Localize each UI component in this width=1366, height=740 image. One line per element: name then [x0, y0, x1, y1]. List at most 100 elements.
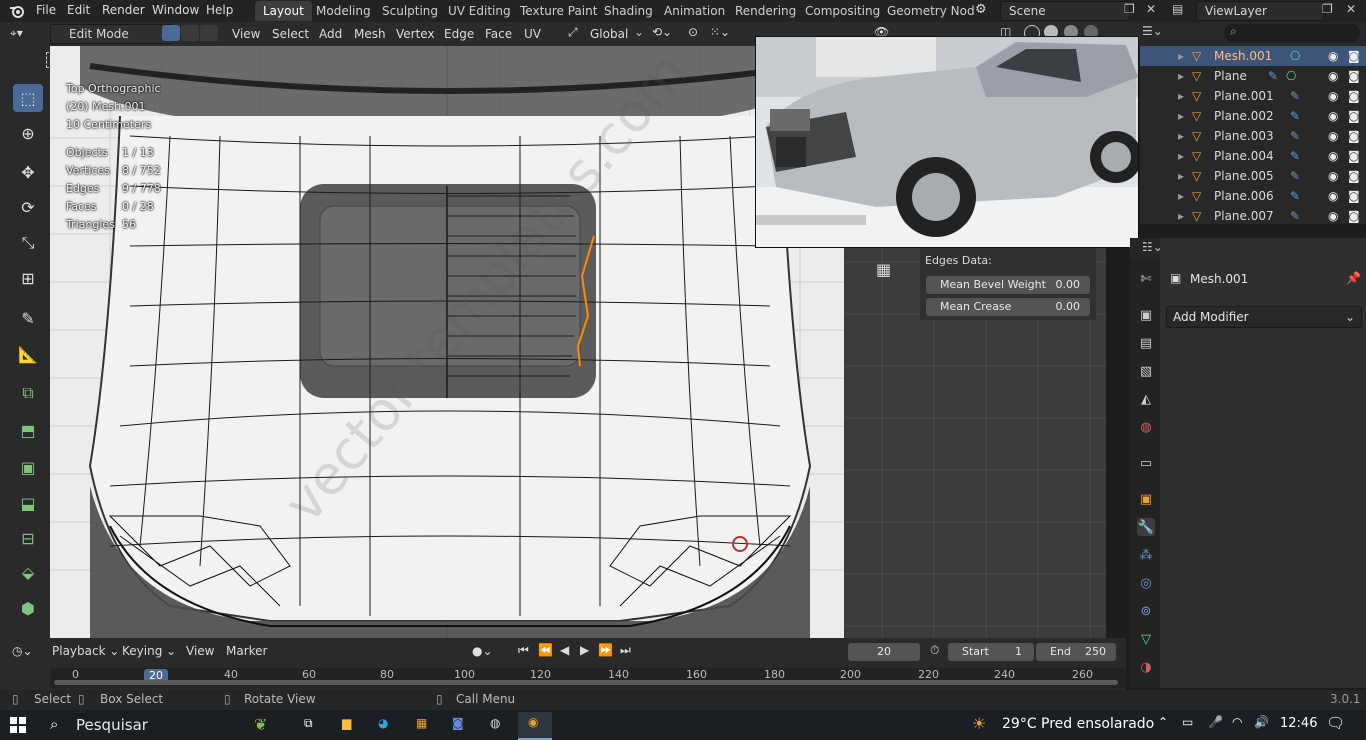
task-view-icon[interactable]: ⧉ — [304, 716, 313, 731]
visibility-eye-icon[interactable]: ◉ — [1328, 186, 1338, 206]
render-camera-icon[interactable]: ◙ — [1348, 126, 1360, 146]
header-menu-mesh[interactable]: Mesh — [354, 25, 386, 43]
end-frame-field[interactable]: End 250 — [1036, 643, 1116, 661]
outliner-item-plane-003[interactable]: ▸ ▽ Plane.003 ✎ ◉ ◙ — [1140, 126, 1366, 146]
menu-help[interactable]: Help — [206, 0, 233, 22]
tab-compositing[interactable]: Compositing — [797, 1, 888, 21]
render-tab-icon[interactable]: ▣ — [1137, 306, 1155, 324]
render-camera-icon[interactable]: ◙ — [1348, 86, 1360, 106]
previous-keyframe-icon[interactable]: ⏪ — [538, 643, 553, 657]
editor-type-icon[interactable]: ◷⌄ — [12, 644, 33, 658]
header-menu-view[interactable]: View — [232, 25, 260, 43]
visibility-eye-icon[interactable]: ◉ — [1328, 166, 1338, 186]
clock[interactable]: 12:46 — [1280, 716, 1317, 731]
transform-orientation-select[interactable]: Global — [590, 25, 628, 43]
edge-browser-icon[interactable]: ◕ — [378, 716, 388, 730]
face-select-mode-icon[interactable] — [200, 25, 218, 41]
blender-logo-icon[interactable] — [9, 3, 25, 19]
visibility-eye-icon[interactable]: ◉ — [1328, 66, 1338, 86]
header-menu-uv[interactable]: UV — [524, 25, 541, 43]
jump-to-start-icon[interactable]: ⏮ — [518, 643, 529, 658]
render-camera-icon[interactable]: ◙ — [1348, 186, 1360, 206]
steam-icon[interactable]: ◍ — [490, 716, 500, 730]
timeline-menu-keying[interactable]: Keying ⌄ — [122, 644, 176, 658]
particles-tab-icon[interactable]: ⁂ — [1137, 546, 1155, 564]
menu-window[interactable]: Window — [152, 0, 199, 22]
new-view-layer-icon[interactable]: ❐ — [1322, 2, 1333, 16]
render-camera-icon[interactable]: ◙ — [1348, 146, 1360, 166]
tool-tab-icon[interactable]: ✄ — [1137, 270, 1155, 288]
chevron-up-icon[interactable]: ⌃ — [1158, 715, 1168, 729]
outliner-item-plane[interactable]: ▸ ▽ Plane ✎ ⎔ ◉ ◙ — [1140, 66, 1366, 86]
move-tool-icon[interactable]: ✥ — [13, 158, 43, 186]
extrude-tool-icon[interactable]: ⬒ — [13, 416, 43, 444]
jump-to-end-icon[interactable]: ⏭ — [620, 643, 631, 658]
timeline-menu-view[interactable]: View — [186, 644, 214, 658]
cursor-tool-icon[interactable]: ⊕ — [13, 119, 43, 147]
tab-animation[interactable]: Animation — [656, 1, 733, 21]
editor-type-icon[interactable]: ⌖▾ — [10, 26, 23, 41]
outliner-item-plane-001[interactable]: ▸ ▽ Plane.001 ✎ ◉ ◙ — [1140, 86, 1366, 106]
measure-tool-icon[interactable]: 📐 — [13, 340, 43, 368]
add-modifier-button[interactable]: Add Modifier ⌄ — [1166, 306, 1362, 328]
timeline-scrollbar[interactable] — [54, 680, 1118, 685]
snap-icon[interactable]: ⊙ — [688, 25, 698, 39]
play-icon[interactable]: ▶ — [580, 643, 589, 657]
render-camera-icon[interactable]: ◙ — [1348, 206, 1360, 226]
play-reverse-icon[interactable]: ◀ — [560, 643, 569, 657]
weather-text[interactable]: 29°C Pred ensolarado — [1002, 716, 1154, 732]
tab-rendering[interactable]: Rendering — [727, 1, 804, 21]
pin-icon[interactable]: 📌 — [1346, 271, 1361, 285]
scene-selector-icon[interactable]: ⚙ — [975, 2, 995, 20]
rotate-tool-icon[interactable]: ⟳ — [13, 193, 43, 221]
expand-arrow-icon[interactable]: ▸ — [1178, 126, 1184, 146]
outliner-item-mesh-001[interactable]: ▸ ▽ Mesh.001 ⎔ ◉ ◙ — [1140, 46, 1366, 66]
tab-shading[interactable]: Shading — [596, 1, 661, 21]
current-frame-field[interactable]: 20 — [848, 643, 920, 661]
modifier-tab-icon[interactable]: 🔧 — [1137, 518, 1155, 536]
menu-edit[interactable]: Edit — [67, 0, 90, 22]
view-layer-tab-icon[interactable]: ▧ — [1137, 362, 1155, 380]
start-frame-field[interactable]: Start 1 — [948, 643, 1034, 661]
output-tab-icon[interactable]: ▤ — [1137, 334, 1155, 352]
meet-now-icon[interactable]: ▭ — [1182, 715, 1193, 729]
expand-arrow-icon[interactable]: ▸ — [1178, 106, 1184, 126]
timeline-ruler[interactable]: 0 20 40 60 80 100 120 140 160 180 200 22… — [50, 668, 1126, 688]
notifications-icon[interactable]: 🗨 — [1326, 714, 1345, 732]
3d-viewport[interactable]: vector-templates.com Top Orthographic (2… — [50, 46, 844, 638]
tab-texture-paint[interactable]: Texture Paint — [512, 1, 605, 21]
add-cube-tool-icon[interactable]: ⧉ — [13, 379, 43, 407]
close-view-layer-icon[interactable]: ✕ — [1346, 2, 1356, 16]
header-menu-face[interactable]: Face — [485, 25, 512, 43]
render-camera-icon[interactable]: ◙ — [1348, 106, 1360, 126]
outliner-item-plane-005[interactable]: ▸ ▽ Plane.005 ✎ ◉ ◙ — [1140, 166, 1366, 186]
next-keyframe-icon[interactable]: ⏩ — [598, 643, 613, 657]
expand-arrow-icon[interactable]: ▸ — [1178, 166, 1184, 186]
render-camera-icon[interactable]: ◙ — [1348, 46, 1360, 66]
snap-target-icon[interactable]: ⁙⌄ — [710, 25, 730, 39]
search-icon[interactable]: ⌕ — [50, 715, 58, 733]
visibility-eye-icon[interactable]: ◉ — [1328, 146, 1338, 166]
pivot-point-icon[interactable]: ⟲⌄ — [652, 25, 672, 39]
expand-arrow-icon[interactable]: ▸ — [1178, 86, 1184, 106]
transform-orientation-icon[interactable]: ⤢ — [568, 25, 578, 40]
expand-arrow-icon[interactable]: ▸ — [1178, 146, 1184, 166]
grid-view-icon[interactable]: ▦ — [876, 260, 891, 279]
annotate-tool-icon[interactable]: ✎ — [13, 304, 43, 332]
header-menu-select[interactable]: Select — [272, 25, 309, 43]
bevel-tool-icon[interactable]: ⬓ — [13, 489, 43, 517]
scene-name[interactable]: Scene — [1000, 1, 1130, 21]
expand-arrow-icon[interactable]: ▸ — [1178, 66, 1184, 86]
transform-tool-icon[interactable]: ⊞ — [13, 264, 43, 292]
tab-layout[interactable]: Layout — [255, 1, 312, 21]
data-tab-icon[interactable]: ▽ — [1137, 630, 1155, 648]
display-mode-icon[interactable]: ☰⌄ — [1142, 24, 1163, 38]
wifi-icon[interactable]: ◠ — [1232, 715, 1242, 729]
auto-keying-icon[interactable]: ●⌄ — [472, 644, 493, 658]
header-menu-vertex[interactable]: Vertex — [396, 25, 435, 43]
header-menu-add[interactable]: Add — [319, 25, 342, 43]
discord-icon[interactable]: ◙ — [452, 716, 464, 730]
tab-geometry-nodes[interactable]: Geometry Nod — [879, 1, 983, 21]
expand-arrow-icon[interactable]: ▸ — [1178, 186, 1184, 206]
edge-select-mode-icon[interactable] — [181, 25, 199, 41]
